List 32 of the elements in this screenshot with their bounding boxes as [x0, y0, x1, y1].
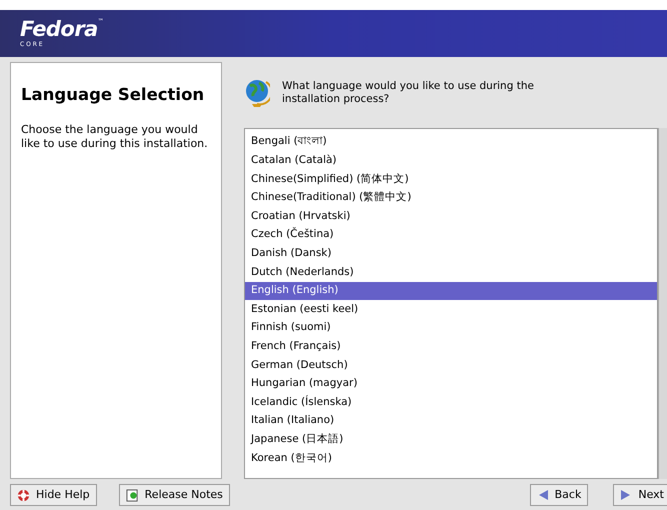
- back-button[interactable]: Back: [530, 484, 588, 506]
- language-item[interactable]: German (Deutsch): [245, 356, 657, 375]
- logo-text: Fedora: [20, 19, 98, 40]
- language-item[interactable]: Icelandic (Íslenska): [245, 393, 657, 412]
- language-item[interactable]: Bengali (বাংলা): [245, 133, 657, 152]
- language-item[interactable]: Danish (Dansk): [245, 244, 657, 264]
- language-item[interactable]: Catalan (Català): [245, 152, 657, 170]
- language-item[interactable]: Czech (Čeština): [245, 226, 657, 245]
- left-arrow-icon: [536, 489, 549, 501]
- help-text: Choose the language you would like to use during this installation.: [21, 122, 209, 151]
- language-item[interactable]: Dutch (Nederlands): [245, 263, 657, 282]
- question-text: What language would you like to use during the installation process?: [282, 80, 535, 106]
- language-item[interactable]: Estonian (eesti keel): [245, 300, 657, 319]
- help-button[interactable]: Hide Help: [10, 484, 97, 506]
- language-item[interactable]: French (Français): [245, 338, 657, 356]
- language-item[interactable]: Korean (한국어): [245, 449, 657, 468]
- next-button[interactable]: Next: [613, 484, 667, 506]
- scrollbar[interactable]: [658, 128, 667, 479]
- language-item[interactable]: Italian (Italiano): [245, 412, 657, 430]
- notes-button[interactable]: Release Notes: [118, 484, 230, 506]
- right-arrow-icon: [620, 489, 632, 501]
- language-item[interactable]: Croatian (Hrvatski): [245, 207, 657, 226]
- globe-icon: [244, 78, 270, 108]
- help-title: Language Selection: [21, 85, 206, 106]
- language-item[interactable]: Chinese(Simplified) (简体中文): [245, 170, 657, 189]
- lifebuoy-icon: [17, 488, 30, 502]
- document-icon: [126, 488, 139, 502]
- language-item[interactable]: Japanese (日本語): [245, 430, 657, 450]
- language-item[interactable]: Hungarian (magyar): [245, 374, 657, 394]
- language-item[interactable]: Finnish (suomi): [245, 318, 657, 338]
- language-item[interactable]: English (English): [245, 282, 657, 300]
- language-item[interactable]: Chinese(Traditional) (繁體中文): [245, 188, 657, 208]
